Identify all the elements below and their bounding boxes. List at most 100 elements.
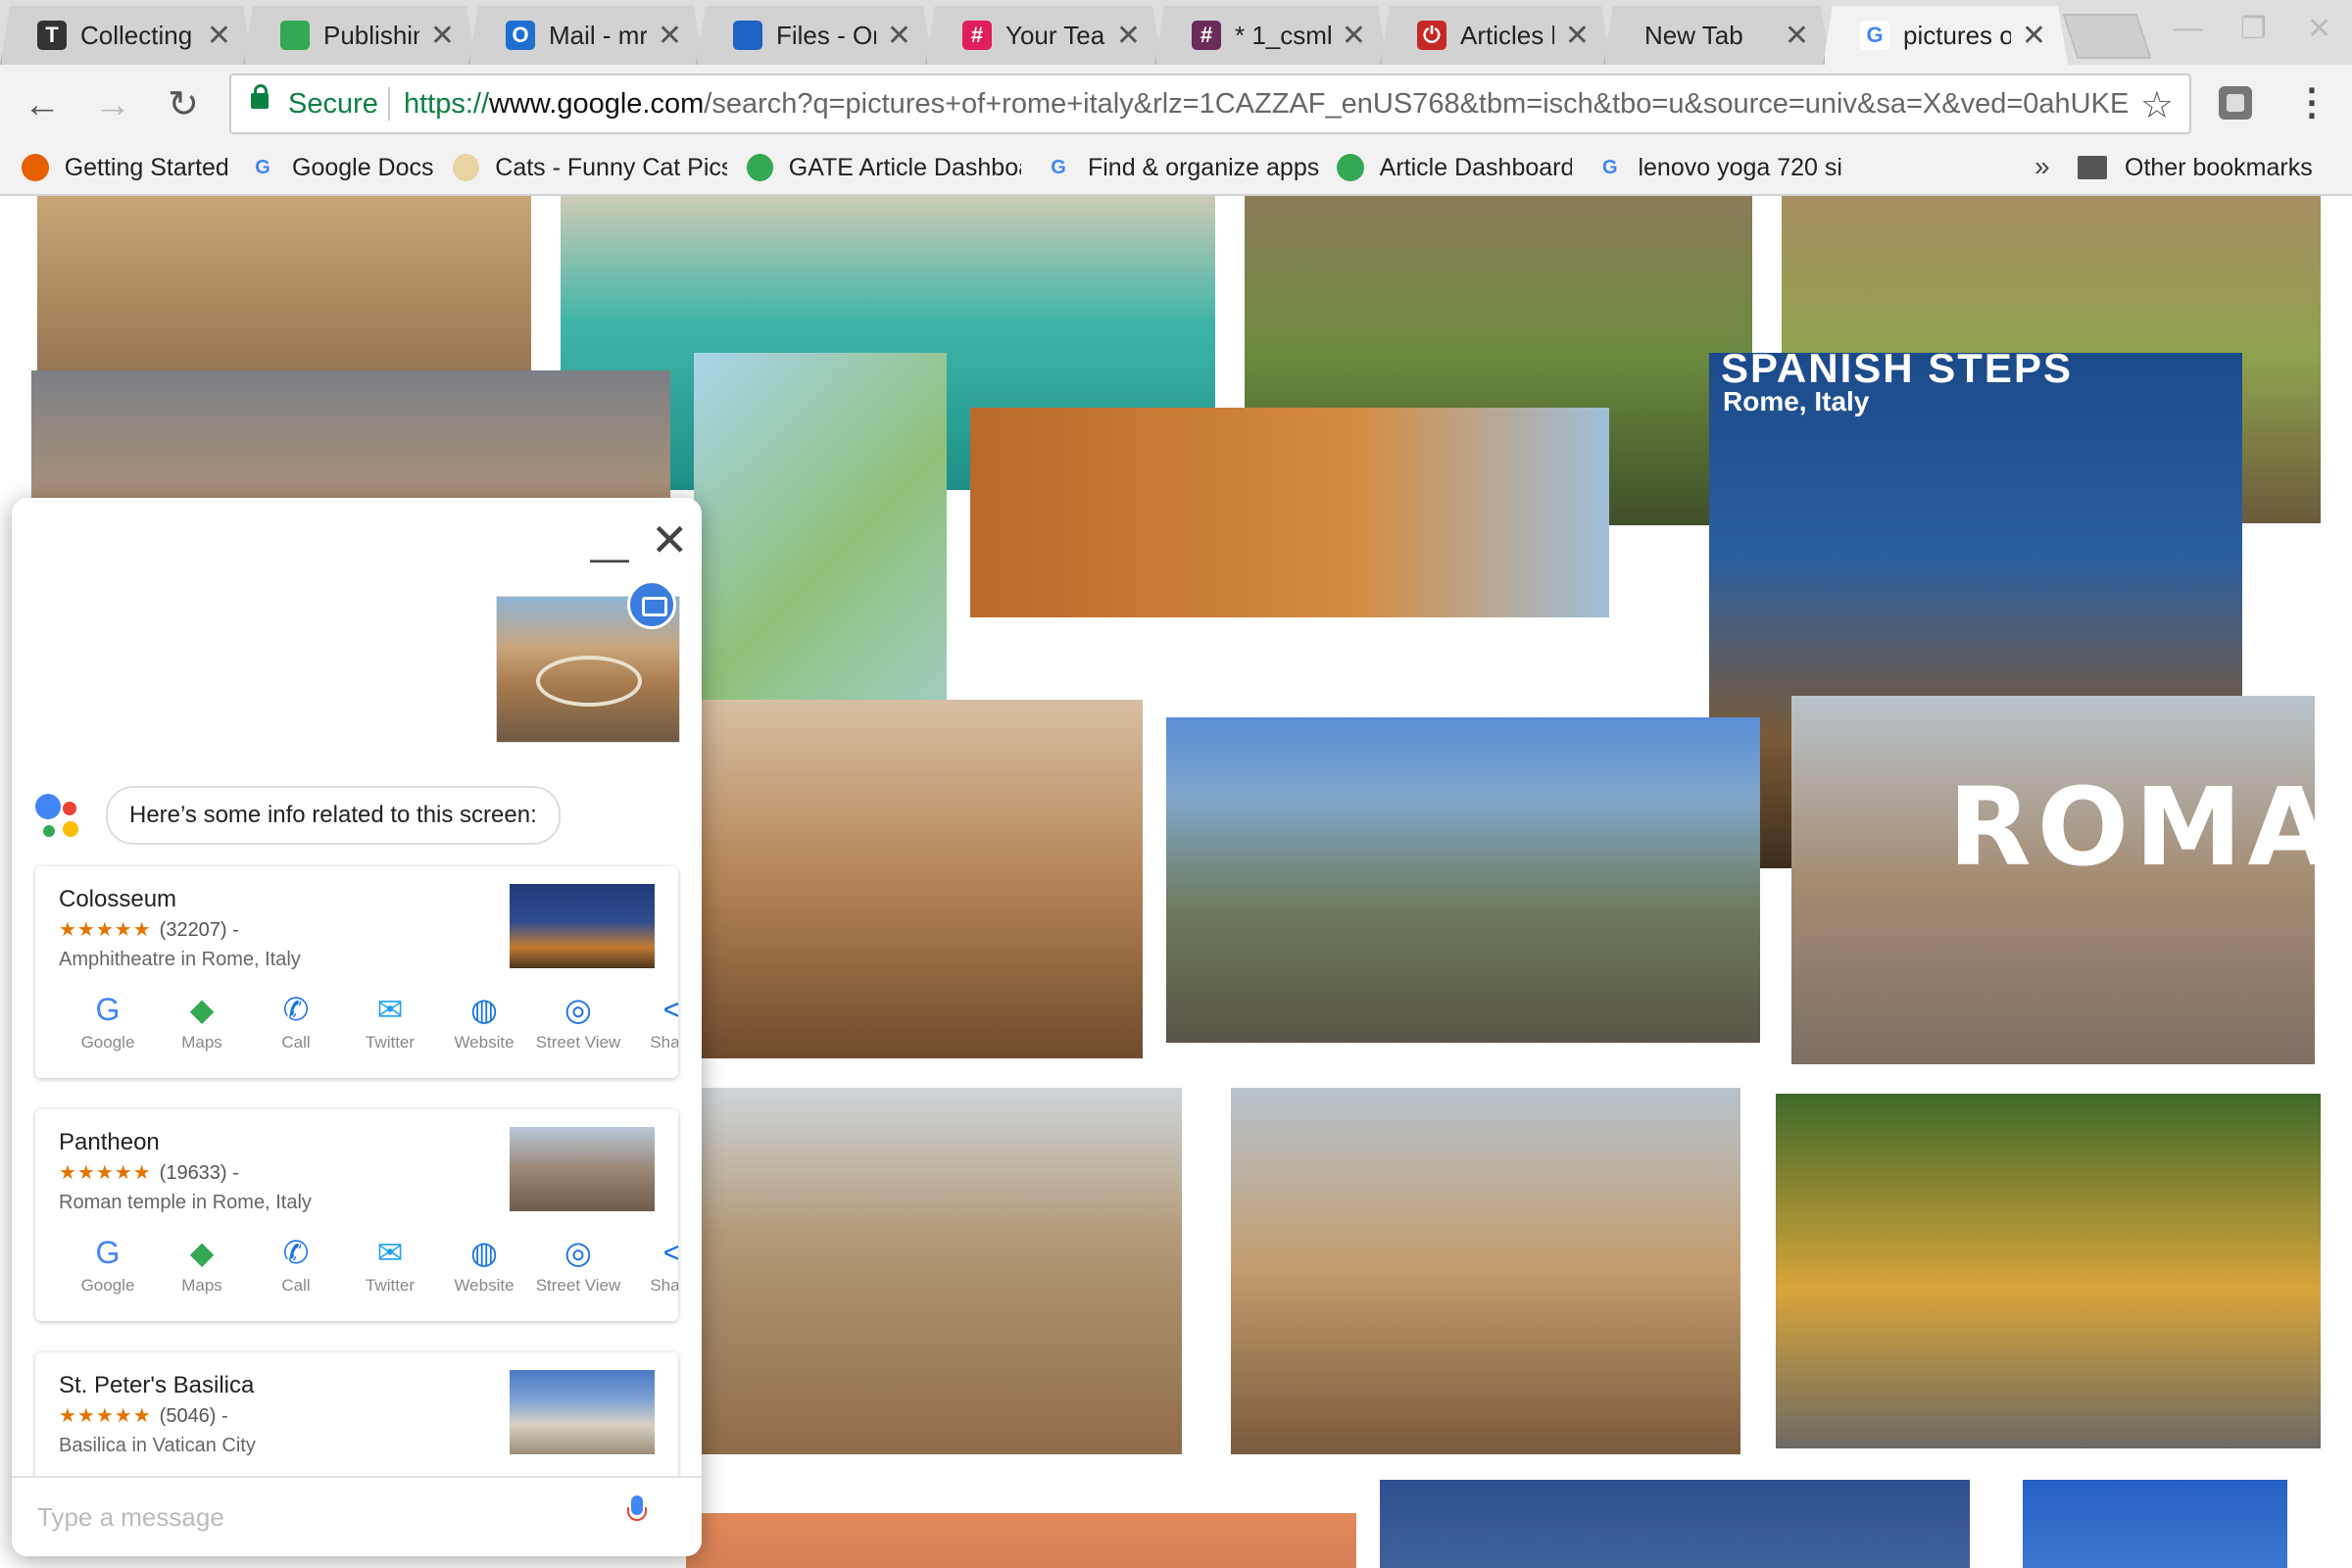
image-result-rome-rooftops[interactable] [702,700,1143,1058]
assistant-close-button[interactable]: ✕ [651,514,689,566]
image-result-dome-sunset[interactable] [686,1513,1356,1568]
forward-button[interactable]: → [90,82,135,127]
bookmark-label: Article Dashboard [1379,153,1572,181]
screenshot-badge-icon [627,580,676,629]
image-result-castel-santangelo-roma[interactable]: ROMA [1791,696,2315,1064]
place-thumbnail[interactable] [510,884,655,968]
place-thumbnail[interactable] [510,1370,655,1454]
window-minimize-button[interactable]: — [2174,12,2203,45]
image-result-colosseum-fisheye[interactable] [1166,717,1760,1043]
tab-close-icon[interactable]: ✕ [1342,19,1366,53]
bookmark-item[interactable]: Getting Started [22,151,227,184]
browser-tab[interactable]: Gpictures o ✕ [1823,6,2068,65]
gate-leaf-icon [747,154,773,181]
image-result-ivy-alley[interactable] [1776,1094,2321,1448]
bookmark-item[interactable]: Article Dashboard [1337,151,1572,184]
tab-close-icon[interactable]: ✕ [2022,19,2046,53]
image-caption: ROMA [1948,764,2315,890]
action-twitter[interactable]: ✉ Twitter [343,1235,437,1296]
action-google[interactable]: G Google [61,992,155,1053]
tab-close-icon[interactable]: ✕ [1116,19,1141,53]
place-thumbnail[interactable] [510,1127,655,1211]
browser-tab[interactable]: Publishing ✕ [243,6,476,65]
bookmark-item[interactable]: Glenovo yoga 720 site [1597,151,1842,184]
tab-close-icon[interactable]: ✕ [207,19,231,53]
bookmark-item[interactable]: G Find & organize apps [1045,151,1319,184]
tab-close-icon[interactable]: ✕ [430,19,455,53]
tab-title: Articles b [1460,21,1544,50]
image-result-colosseum-food[interactable] [1231,1088,1740,1454]
image-result-vatican-panorama[interactable] [702,1088,1182,1454]
window-restore-button[interactable]: ❐ [2240,12,2267,46]
rating-stars-icon: ★★★★★ [59,1405,152,1427]
browser-tab[interactable]: ⏻ Articles b ✕ [1380,6,1611,65]
assistant-minimize-button[interactable]: — [590,537,629,581]
action-street-view[interactable]: ◎ Street View [531,992,625,1053]
chrome-menu-icon[interactable]: ⋮ [2293,80,2330,124]
action-call[interactable]: ✆ Call [249,992,343,1053]
action-website[interactable]: ◍ Website [437,992,531,1053]
tab-close-icon[interactable]: ✕ [1785,19,1809,53]
image-result-colosseum-arches[interactable] [970,408,1609,617]
action-label: Call [281,1276,311,1295]
extension-icon[interactable] [2219,86,2252,120]
message-input[interactable] [35,1494,608,1541]
reload-button[interactable]: ↻ [161,82,206,127]
twitter-icon: ✉ [376,992,404,1027]
window-close-button[interactable]: ✕ [2307,12,2331,46]
action-share[interactable]: < Share [625,992,678,1053]
bookmark-item[interactable]: Cats - Funny Cat Pics [453,151,727,184]
action-label: Maps [181,1033,222,1052]
action-twitter[interactable]: ✉ Twitter [343,992,437,1053]
tab-close-icon[interactable]: ✕ [658,19,682,53]
google-g-icon: G [95,992,121,1027]
browser-tab[interactable]: O Mail - mric ✕ [468,6,704,65]
twitter-icon: ✉ [376,1235,404,1270]
nyt-icon: T [37,21,67,50]
tab-strip: TCollecting✕Publishing✕OMail - mric✕File… [0,0,2352,65]
action-street-view[interactable]: ◎ Street View [531,1235,625,1296]
action-label: Share [650,1033,678,1052]
image-result-blue-sky-tower[interactable] [2023,1480,2287,1568]
url-text[interactable]: https://www.google.com/search?q=pictures… [404,88,2129,121]
browser-tab[interactable]: # * 1_csmb ✕ [1154,6,1388,65]
action-maps[interactable]: ◆ Maps [155,1235,249,1296]
action-label: Twitter [365,1033,416,1052]
browser-tab[interactable]: T Collecting ✕ [0,6,253,65]
place-title: St. Peter's Basilica [59,1372,255,1398]
action-google[interactable]: G Google [61,1235,155,1296]
action-share[interactable]: < Share [625,1235,678,1296]
secure-label: Secure [288,88,378,120]
rating-stars-icon: ★★★★★ [59,919,152,941]
address-bar[interactable]: Secure https://www.google.com/search?q=p… [229,74,2191,134]
browser-tab[interactable]: Files - One ✕ [696,6,933,65]
browser-tab[interactable]: New Tab ✕ [1603,6,1831,65]
place-card[interactable]: Pantheon ★★★★★ (19633) - Roman temple in Ro… [35,1109,678,1321]
place-actions: G Google ◆ Maps ✆ Call ✉ Twitter ◍ Website ◎ Street… [35,1235,678,1313]
tab-close-icon[interactable]: ✕ [1565,19,1590,53]
bookmark-item[interactable]: G Google Docs [249,151,433,184]
microphone-icon[interactable] [627,1495,647,1525]
bookmarks-overflow-icon[interactable]: » [2034,151,2050,182]
assistant-logo-icon [35,788,94,847]
image-subcaption: Rome, Italy [1723,386,1870,416]
browser-tab[interactable]: # Your Tean ✕ [925,6,1162,65]
tab-title: Publishing [323,21,414,50]
action-maps[interactable]: ◆ Maps [155,992,249,1053]
tab-title: New Tab [1644,21,1743,50]
google-assistant-panel: — ✕ Here’s some info related to this scr… [12,498,702,1556]
image-result-colosseum-night[interactable] [1380,1480,1970,1568]
bookmark-item[interactable]: GATE Article Dashboa [747,151,1021,184]
back-button[interactable]: ← [20,82,65,127]
google-g-icon: G [1860,21,1889,50]
place-card[interactable]: Colosseum ★★★★★ (32207) - Amphitheatre in R… [35,866,678,1078]
action-website[interactable]: ◍ Website [437,1235,531,1296]
bookmark-label: GATE Article Dashboa [788,153,1021,181]
browser-toolbar: ← → ↻ Secure https://www.google.com/sear… [0,65,2352,143]
action-call[interactable]: ✆ Call [249,1235,343,1296]
new-tab-button[interactable] [2062,14,2152,59]
other-bookmarks[interactable]: Other bookmarks [2078,151,2313,184]
tab-close-icon[interactable]: ✕ [887,19,911,53]
google-g-icon: G [1601,156,1618,178]
bookmark-star-icon[interactable]: ☆ [2140,83,2174,127]
